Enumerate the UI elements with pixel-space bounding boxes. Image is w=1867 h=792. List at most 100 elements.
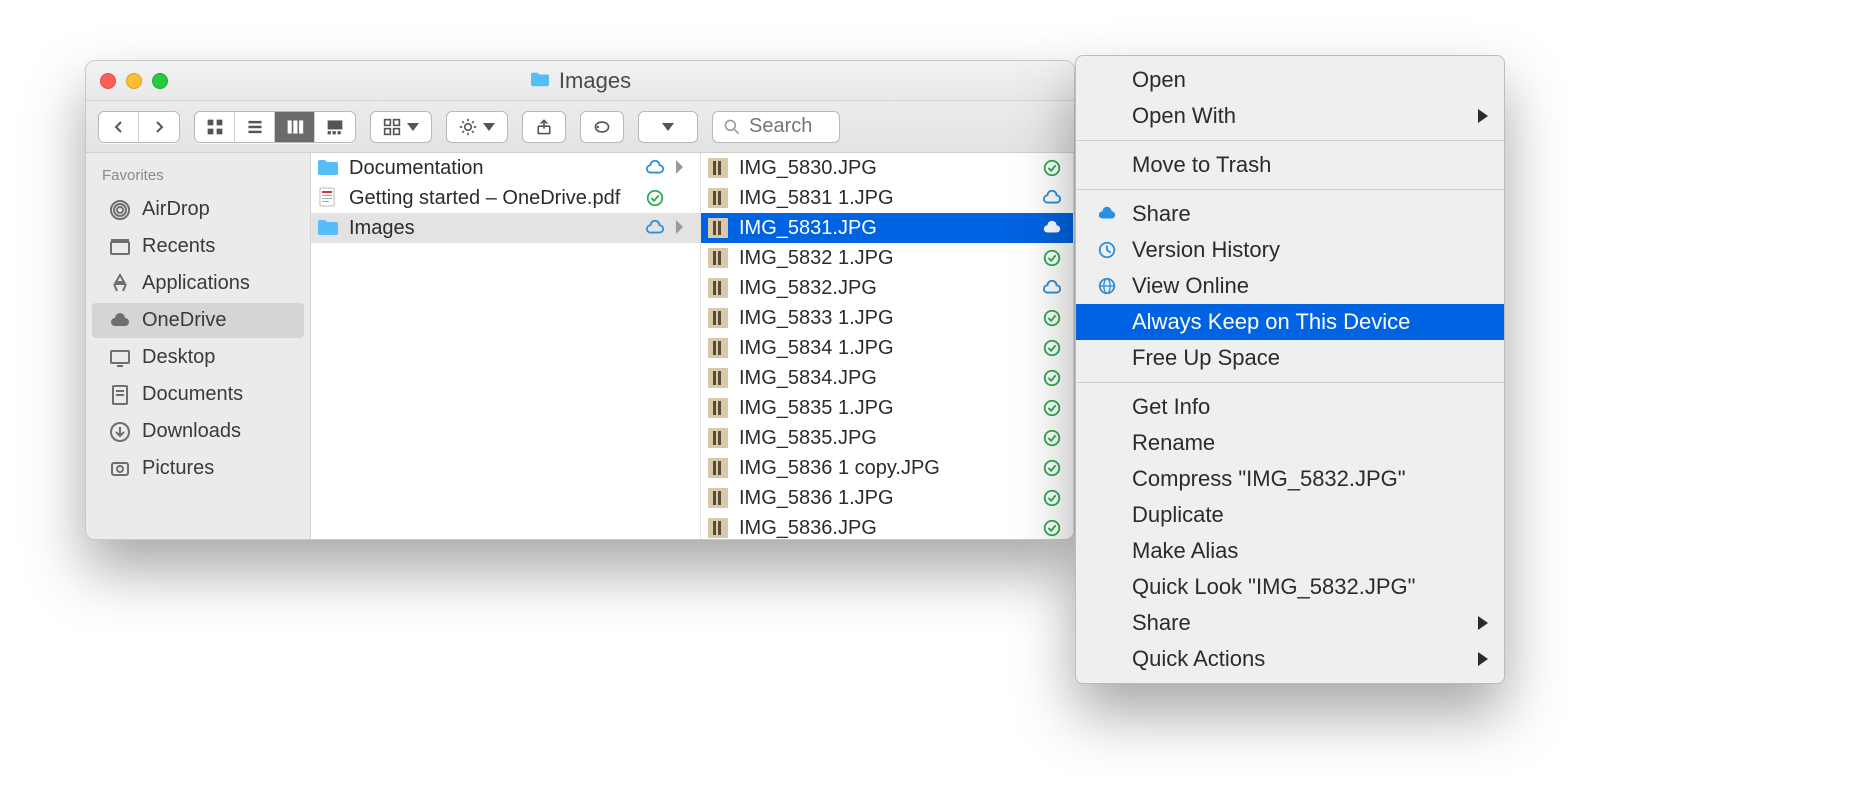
recents-icon: [108, 236, 132, 258]
chevron-down-icon: [407, 123, 419, 131]
sidebar-item-label: Recents: [142, 235, 215, 258]
globe-icon: [1096, 276, 1118, 296]
image-thumb-icon: [707, 427, 729, 449]
folder-icon: [317, 217, 339, 239]
forward-button[interactable]: [139, 112, 179, 142]
search-field[interactable]: [712, 111, 840, 143]
toolbar: [86, 101, 1074, 153]
tags-button[interactable]: [580, 111, 624, 143]
sync-status-icon: [1041, 488, 1063, 508]
sidebar-item-label: Downloads: [142, 420, 241, 443]
menu-item[interactable]: Get Info: [1076, 389, 1504, 425]
column2-row[interactable]: IMG_5836 1 copy.JPG: [701, 453, 1073, 483]
image-thumb-icon: [707, 187, 729, 209]
sync-status-icon: [1041, 188, 1063, 208]
column2-row[interactable]: IMG_5831 1.JPG: [701, 183, 1073, 213]
column2-row[interactable]: IMG_5831.JPG: [701, 213, 1073, 243]
sidebar-item-applications[interactable]: Applications: [92, 266, 304, 301]
menu-item[interactable]: Duplicate: [1076, 497, 1504, 533]
back-button[interactable]: [99, 112, 139, 142]
column2-row[interactable]: IMG_5830.JPG: [701, 153, 1073, 183]
sidebar-item-onedrive[interactable]: OneDrive: [92, 303, 304, 338]
column-1: Documentation Getting started – OneDrive…: [311, 153, 701, 539]
sidebar-item-label: Documents: [142, 383, 243, 406]
image-thumb-icon: [707, 457, 729, 479]
sidebar-item-label: OneDrive: [142, 309, 226, 332]
apps-icon: [108, 273, 132, 295]
menu-item[interactable]: Compress "IMG_5832.JPG": [1076, 461, 1504, 497]
minimize-button[interactable]: [126, 73, 142, 89]
column1-row[interactable]: Getting started – OneDrive.pdf: [311, 183, 700, 213]
column2-row[interactable]: IMG_5833 1.JPG: [701, 303, 1073, 333]
menu-item-label: Share: [1132, 201, 1191, 227]
airdrop-icon: [108, 199, 132, 221]
sidebar-item-downloads[interactable]: Downloads: [92, 414, 304, 449]
chevron-down-icon: [662, 123, 674, 131]
column2-row[interactable]: IMG_5836 1.JPG: [701, 483, 1073, 513]
column2-row[interactable]: IMG_5835 1.JPG: [701, 393, 1073, 423]
column2-row[interactable]: IMG_5836.JPG: [701, 513, 1073, 539]
menu-item-label: Always Keep on This Device: [1132, 309, 1410, 335]
desktop-icon: [108, 347, 132, 369]
sidebar-item-airdrop[interactable]: AirDrop: [92, 192, 304, 227]
sidebar-item-documents[interactable]: Documents: [92, 377, 304, 412]
row-label: Documentation: [349, 157, 634, 180]
menu-item-label: Rename: [1132, 430, 1215, 456]
menu-item[interactable]: Quick Look "IMG_5832.JPG": [1076, 569, 1504, 605]
sidebar-item-pictures[interactable]: Pictures: [92, 451, 304, 486]
column2-row[interactable]: IMG_5834 1.JPG: [701, 333, 1073, 363]
column-view-button[interactable]: [275, 112, 315, 142]
menu-separator: [1076, 189, 1504, 190]
menu-item-label: Get Info: [1132, 394, 1210, 420]
row-label: IMG_5836 1 copy.JPG: [739, 457, 1031, 480]
share-button[interactable]: [522, 111, 566, 143]
menu-item[interactable]: Version History: [1076, 232, 1504, 268]
menu-item[interactable]: Make Alias: [1076, 533, 1504, 569]
action-button[interactable]: [446, 111, 508, 143]
column1-row[interactable]: Images: [311, 213, 700, 243]
sidebar-item-desktop[interactable]: Desktop: [92, 340, 304, 375]
menu-item[interactable]: Open With: [1076, 98, 1504, 134]
column2-row[interactable]: IMG_5835.JPG: [701, 423, 1073, 453]
row-label: IMG_5835 1.JPG: [739, 397, 1031, 420]
folder-icon: [529, 68, 551, 94]
icon-view-button[interactable]: [195, 112, 235, 142]
column1-row[interactable]: Documentation: [311, 153, 700, 183]
image-thumb-icon: [707, 397, 729, 419]
menu-item[interactable]: Free Up Space: [1076, 340, 1504, 376]
menu-item[interactable]: Rename: [1076, 425, 1504, 461]
menu-item[interactable]: View Online: [1076, 268, 1504, 304]
zoom-button[interactable]: [152, 73, 168, 89]
column2-row[interactable]: IMG_5832 1.JPG: [701, 243, 1073, 273]
menu-item[interactable]: Share: [1076, 605, 1504, 641]
menu-item[interactable]: Share: [1076, 196, 1504, 232]
menu-item-label: Version History: [1132, 237, 1280, 263]
row-label: IMG_5832.JPG: [739, 277, 1031, 300]
image-thumb-icon: [707, 337, 729, 359]
sidebar: Favorites AirDrop Recents Applications OneD…: [86, 153, 311, 539]
close-button[interactable]: [100, 73, 116, 89]
group-by-button[interactable]: [370, 111, 432, 143]
sync-status-icon: [1041, 218, 1063, 238]
dropdown-button[interactable]: [638, 111, 698, 143]
image-thumb-icon: [707, 157, 729, 179]
column2-row[interactable]: IMG_5832.JPG: [701, 273, 1073, 303]
menu-item[interactable]: Open: [1076, 62, 1504, 98]
search-input[interactable]: [749, 115, 829, 138]
window-body: Favorites AirDrop Recents Applications OneD…: [86, 153, 1074, 539]
pdf-icon: [317, 187, 339, 209]
downloads-icon: [108, 421, 132, 443]
gallery-view-button[interactable]: [315, 112, 355, 142]
row-label: IMG_5830.JPG: [739, 157, 1031, 180]
sidebar-item-recents[interactable]: Recents: [92, 229, 304, 264]
nav-buttons: [98, 111, 180, 143]
menu-item[interactable]: Move to Trash: [1076, 147, 1504, 183]
sidebar-header: Favorites: [86, 163, 310, 190]
menu-item[interactable]: Always Keep on This Device: [1076, 304, 1504, 340]
sync-status-icon: [1041, 158, 1063, 178]
menu-item[interactable]: Quick Actions: [1076, 641, 1504, 677]
list-view-button[interactable]: [235, 112, 275, 142]
menu-item-label: Open: [1132, 67, 1186, 93]
column2-row[interactable]: IMG_5834.JPG: [701, 363, 1073, 393]
view-buttons: [194, 111, 356, 143]
